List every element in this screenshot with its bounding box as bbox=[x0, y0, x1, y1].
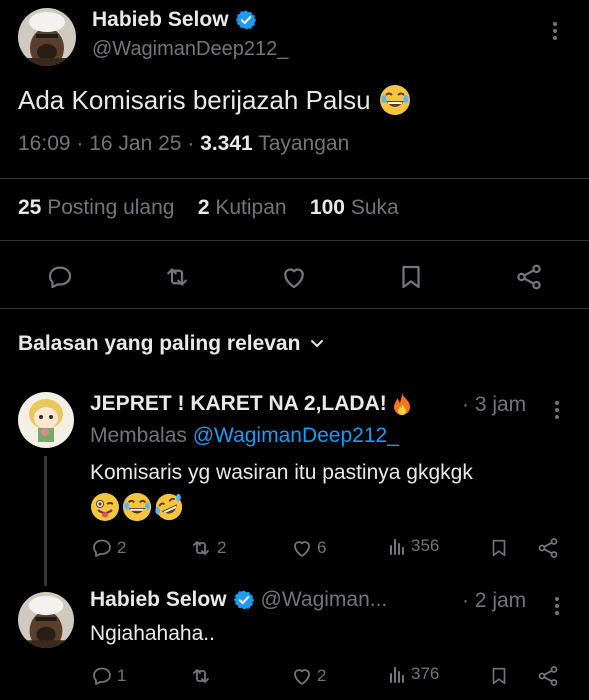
tweet-stats: 25 Posting ulang 2 Kutipan 100 Suka bbox=[18, 196, 399, 220]
share-icon[interactable] bbox=[536, 536, 560, 560]
bookmark-icon[interactable] bbox=[396, 262, 426, 292]
action-bar bbox=[0, 254, 589, 298]
verified-badge-icon bbox=[235, 10, 256, 30]
reply-text: Ngiahahaha.. bbox=[90, 622, 215, 645]
like-count: 2 bbox=[317, 666, 327, 685]
tweet-text: Ada Komisaris berijazah Palsu bbox=[18, 84, 411, 116]
quotes-stat[interactable]: 2 Kutipan bbox=[198, 196, 287, 219]
divider bbox=[0, 308, 589, 309]
reply-like-button[interactable]: 2 bbox=[290, 664, 326, 688]
reply-icon bbox=[93, 539, 111, 557]
verified-badge-icon bbox=[233, 590, 254, 610]
reply-author-name[interactable]: JEPRET ! KARET NA 2,LADA! bbox=[90, 392, 413, 416]
view-count: 376 bbox=[411, 664, 440, 683]
views-icon bbox=[390, 667, 404, 683]
repost-icon bbox=[193, 541, 209, 555]
reply-icon[interactable] bbox=[45, 262, 75, 292]
reply-views-button[interactable]: 376 bbox=[388, 664, 439, 684]
replies-sort-label: Balasan yang paling relevan bbox=[18, 332, 301, 355]
reply-text-content: Komisaris yg wasiran itu pastinya gkgkgk bbox=[90, 461, 473, 484]
divider bbox=[0, 178, 589, 179]
reply-views-button[interactable]: 356 bbox=[388, 536, 439, 556]
bookmark-icon[interactable] bbox=[488, 536, 510, 560]
tweet-meta: 16:09 · 16 Jan 25 · 3.341 Tayangan bbox=[18, 132, 349, 156]
more-options-icon[interactable] bbox=[554, 596, 560, 621]
author-name-text[interactable]: Habieb Selow bbox=[92, 8, 229, 32]
share-icon[interactable] bbox=[536, 664, 560, 688]
likes-count: 100 bbox=[309, 196, 345, 219]
chevron-down-icon bbox=[311, 340, 324, 348]
share-icon[interactable] bbox=[514, 262, 544, 292]
likes-stat[interactable]: 100 Suka bbox=[310, 196, 399, 219]
tweet-date[interactable]: 16 Jan 25 bbox=[89, 132, 181, 155]
author-handle[interactable]: @WagimanDeep212_ bbox=[92, 38, 288, 61]
view-count: 356 bbox=[411, 536, 440, 555]
reply-avatar[interactable] bbox=[18, 592, 74, 648]
tweet-text-content: Ada Komisaris berijazah Palsu bbox=[18, 84, 371, 115]
like-count: 6 bbox=[317, 538, 327, 557]
tweet-time[interactable]: 16:09 bbox=[18, 132, 71, 155]
author-name[interactable]: Habieb Selow bbox=[92, 8, 257, 32]
likes-label: Suka bbox=[350, 196, 399, 219]
like-icon bbox=[294, 669, 310, 685]
reposts-stat[interactable]: 25 Posting ulang bbox=[18, 196, 174, 219]
repost-count: 2 bbox=[217, 538, 227, 557]
reply-text: Komisaris yg wasiran itu pastinya gkgkgk bbox=[90, 458, 570, 522]
views-icon bbox=[390, 539, 404, 555]
fire-emoji-icon bbox=[393, 393, 410, 415]
reply-reply-button[interactable]: 1 bbox=[90, 664, 126, 688]
reply-action-bar: 2 2 6 356 bbox=[90, 536, 570, 564]
bookmark-icon[interactable] bbox=[488, 664, 510, 688]
quotes-count: 2 bbox=[197, 196, 210, 219]
reply-time[interactable]: · 3 jam bbox=[462, 393, 526, 417]
reply-author-handle[interactable]: @Wagiman... bbox=[261, 588, 388, 612]
reply-reply-button[interactable]: 2 bbox=[90, 536, 126, 560]
thread-line bbox=[44, 456, 47, 586]
like-icon bbox=[294, 541, 310, 557]
reply-author[interactable]: Habieb Selow @Wagiman... bbox=[90, 588, 387, 612]
reply-action-bar: 1 2 376 bbox=[90, 664, 570, 692]
laughing-emoji-icon bbox=[379, 85, 410, 115]
reposts-count: 25 bbox=[18, 196, 42, 219]
replying-to: Membalas @WagimanDeep212_ bbox=[90, 424, 399, 448]
more-options-icon[interactable] bbox=[552, 20, 558, 47]
repost-icon bbox=[193, 669, 209, 683]
reply-count: 1 bbox=[117, 666, 127, 685]
meta-separator: · bbox=[76, 132, 90, 155]
laughing-emoji-icon bbox=[122, 492, 152, 522]
reply-author-name[interactable]: Habieb Selow bbox=[90, 588, 227, 612]
emoji-row bbox=[90, 492, 570, 522]
reply-count: 2 bbox=[117, 538, 127, 557]
reply-repost-button[interactable]: 2 bbox=[188, 536, 226, 560]
quotes-label: Kutipan bbox=[215, 196, 287, 219]
views-count: 3.341 bbox=[200, 132, 253, 155]
replying-handle-link[interactable]: @WagimanDeep212_ bbox=[193, 424, 399, 447]
author-avatar[interactable] bbox=[18, 8, 76, 66]
rolling-laughing-emoji-icon bbox=[155, 493, 183, 521]
more-options-icon[interactable] bbox=[554, 400, 560, 425]
reply-time[interactable]: · 2 jam bbox=[462, 589, 526, 613]
divider bbox=[0, 240, 589, 241]
meta-separator: · bbox=[187, 132, 201, 155]
views-label: Tayangan bbox=[258, 132, 350, 155]
reply-author-name-text[interactable]: JEPRET ! KARET NA 2,LADA! bbox=[90, 392, 387, 416]
reply-icon bbox=[93, 667, 111, 685]
reply-like-button[interactable]: 6 bbox=[290, 536, 326, 560]
reply-repost-button[interactable] bbox=[188, 664, 217, 688]
replies-sort-dropdown[interactable]: Balasan yang paling relevan bbox=[18, 332, 324, 356]
reply-avatar[interactable] bbox=[18, 392, 74, 448]
reposts-label: Posting ulang bbox=[47, 196, 175, 219]
winking-tongue-emoji-icon bbox=[91, 493, 119, 521]
repost-icon[interactable] bbox=[162, 262, 192, 292]
replying-prefix: Membalas bbox=[90, 424, 187, 447]
like-icon[interactable] bbox=[279, 262, 309, 292]
